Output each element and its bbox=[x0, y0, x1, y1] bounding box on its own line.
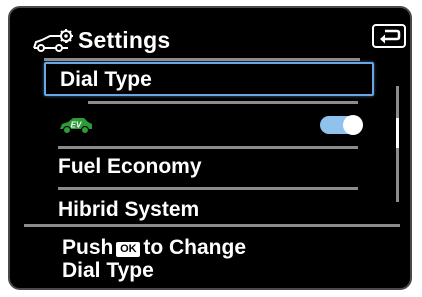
menu-item-fuel-economy[interactable]: Fuel Economy bbox=[44, 151, 374, 185]
car-settings-icon bbox=[33, 29, 73, 52]
header: Settings bbox=[10, 8, 410, 58]
page-title: Settings bbox=[78, 27, 171, 53]
hint-line-1: Push OK to Change bbox=[62, 236, 246, 259]
menu-item-label: Hibrid System bbox=[58, 198, 200, 221]
menu-item-dial-type[interactable]: Dial Type bbox=[44, 62, 374, 96]
header-divider bbox=[44, 58, 360, 61]
settings-screen: Settings Dial Type EV Fuel Economy Hibri… bbox=[8, 6, 412, 290]
menu-divider bbox=[58, 187, 358, 190]
ok-button-icon: OK bbox=[116, 242, 141, 257]
menu-divider bbox=[58, 146, 358, 149]
menu-item-label: Fuel Economy bbox=[58, 155, 202, 178]
ev-toggle[interactable] bbox=[320, 115, 363, 135]
ev-icon: EV bbox=[60, 118, 92, 134]
menu-item-ev[interactable]: EV bbox=[44, 108, 374, 142]
hint-divider bbox=[24, 224, 400, 227]
scrollbar-thumb[interactable] bbox=[396, 118, 399, 148]
scrollbar[interactable] bbox=[396, 86, 399, 202]
back-button[interactable] bbox=[372, 24, 406, 48]
menu-item-hibrid-system[interactable]: Hibrid System bbox=[44, 194, 374, 228]
menu-divider bbox=[88, 101, 358, 104]
hint-line-2: Dial Type bbox=[62, 259, 154, 282]
menu-item-label: Dial Type bbox=[60, 68, 152, 91]
hint-push: Push bbox=[62, 236, 114, 259]
toggle-knob bbox=[343, 115, 363, 135]
hint-to-change: to Change bbox=[143, 236, 247, 259]
ev-icon-text: EV bbox=[71, 121, 82, 130]
return-arrow-icon bbox=[380, 29, 401, 44]
hint-text: Push OK to Change Dial Type bbox=[62, 236, 246, 282]
